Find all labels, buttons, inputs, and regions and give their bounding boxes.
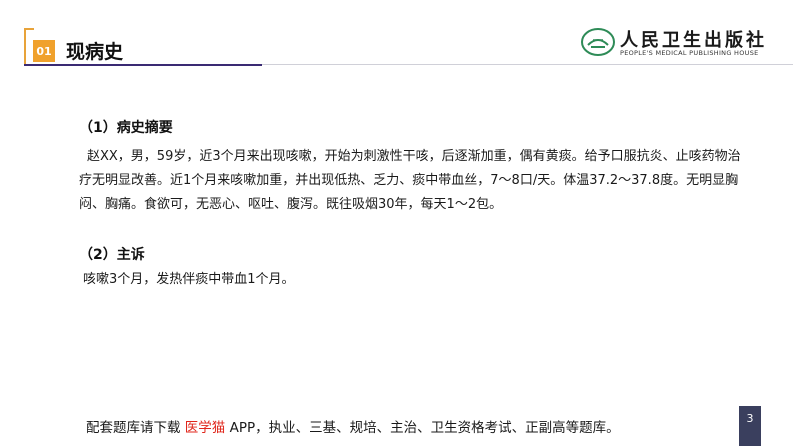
section-number-badge: 01 [33, 40, 55, 62]
slide-header: 01 现病史 人民卫生出版社 PEOPLE'S MEDICAL PUBLISHI… [0, 0, 793, 66]
chief-complaint-heading: （2）主诉 [79, 247, 145, 263]
footer-note: 配套题库请下载 医学猫 APP，执业、三基、规培、主治、卫生资格考试、正副高等题… [86, 416, 620, 436]
footer-app-name: 医学猫 [184, 420, 226, 436]
footer-note-prefix: 配套题库请下载 [86, 420, 181, 436]
header-rule-thin [262, 64, 793, 65]
publisher-subtitle: PEOPLE'S MEDICAL PUBLISHING HOUSE [620, 49, 759, 57]
history-summary-text: 赵XX，男，59岁，近3个月来出现咳嗽，开始为刺激性干咳，后逐渐加重，偶有黄痰。… [79, 149, 741, 212]
publisher-logo: 人民卫生出版社 PEOPLE'S MEDICAL PUBLISHING HOUS… [580, 26, 785, 60]
pmph-emblem-icon [581, 28, 615, 56]
page-number: 3 [739, 406, 761, 446]
footer-note-suffix: APP，执业、三基、规培、主治、卫生资格考试、正副高等题库。 [229, 420, 620, 436]
history-summary-heading: （1）病史摘要 [79, 120, 173, 136]
header-rule [24, 64, 262, 66]
chief-complaint-text: 咳嗽3个月，发热伴痰中带血1个月。 [83, 272, 295, 287]
section-title: 现病史 [66, 41, 124, 63]
